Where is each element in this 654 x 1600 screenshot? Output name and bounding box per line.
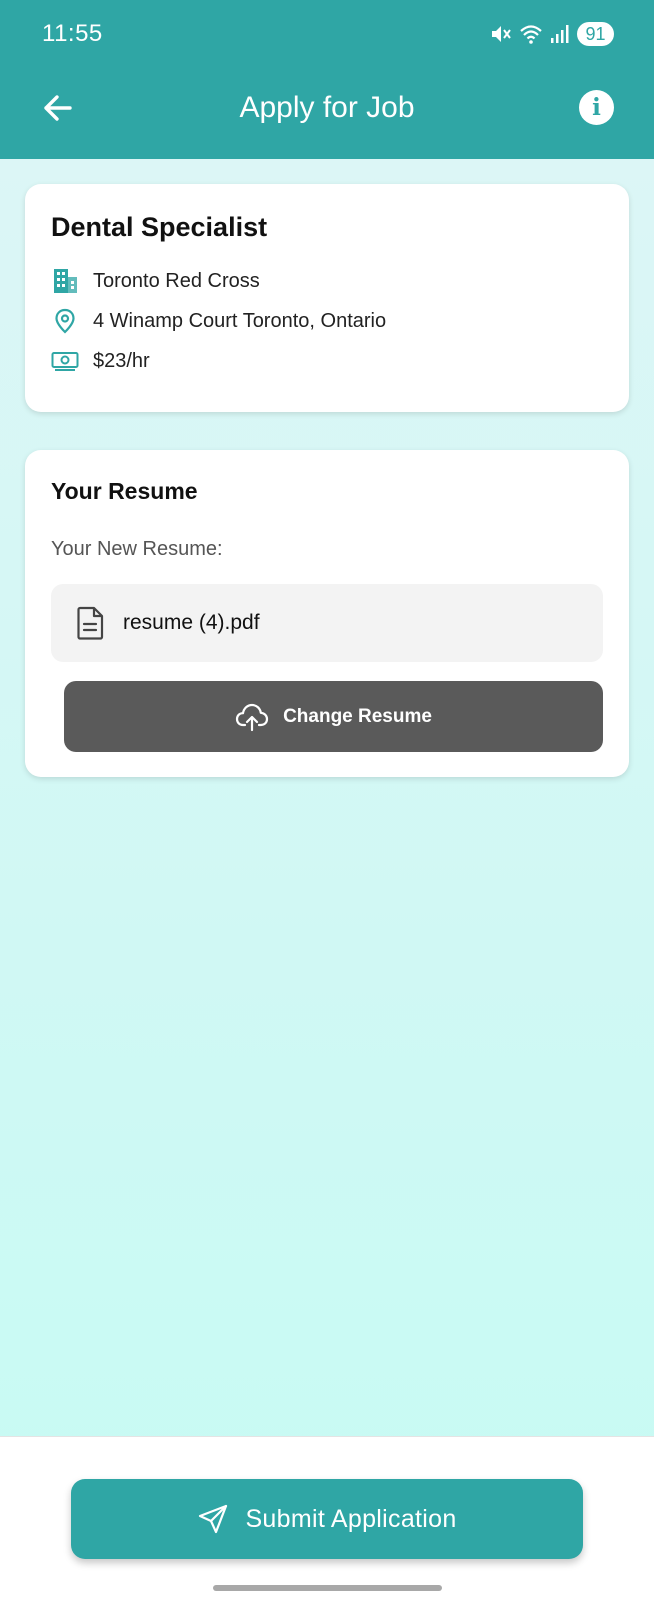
home-indicator[interactable] (213, 1585, 442, 1591)
organization-row: Toronto Red Cross (51, 267, 260, 295)
app-header: 11:55 91 Apply for Job i (0, 0, 654, 159)
info-icon: i (592, 94, 601, 121)
page-title: Apply for Job (239, 91, 415, 124)
document-icon (77, 606, 104, 640)
cloud-upload-icon (235, 703, 269, 731)
status-icons: 91 (490, 20, 614, 48)
organization-name: Toronto Red Cross (93, 269, 260, 292)
submit-application-label: Submit Application (245, 1504, 457, 1533)
building-icon (51, 267, 79, 295)
resume-file[interactable]: resume (4).pdf (51, 584, 603, 662)
resume-file-name: resume (4).pdf (123, 611, 260, 634)
location-pin-icon (51, 307, 79, 335)
wifi-icon (520, 25, 542, 44)
job-pay: $23/hr (93, 349, 150, 372)
pay-row: $23/hr (51, 347, 150, 375)
signal-icon (551, 25, 569, 43)
job-card: Dental Specialist Toronto Red Cross 4 Wi… (25, 184, 629, 412)
resume-label: Your New Resume: (51, 538, 223, 560)
battery-indicator: 91 (577, 22, 614, 46)
bottom-bar: Submit Application (0, 1436, 654, 1600)
send-icon (199, 1504, 228, 1534)
change-resume-label: Change Resume (283, 705, 432, 727)
address-row: 4 Winamp Court Toronto, Ontario (51, 307, 386, 335)
status-time: 11:55 (42, 20, 103, 47)
resume-section-title: Your Resume (51, 478, 198, 504)
resume-card: Your Resume Your New Resume: resume (4).… (25, 450, 629, 777)
info-button[interactable]: i (579, 90, 614, 125)
job-address: 4 Winamp Court Toronto, Ontario (93, 309, 387, 332)
money-icon (51, 347, 79, 375)
change-resume-button[interactable]: Change Resume (64, 681, 603, 752)
submit-application-button[interactable]: Submit Application (71, 1479, 583, 1559)
mute-icon (492, 26, 511, 42)
job-title: Dental Specialist (51, 212, 268, 242)
